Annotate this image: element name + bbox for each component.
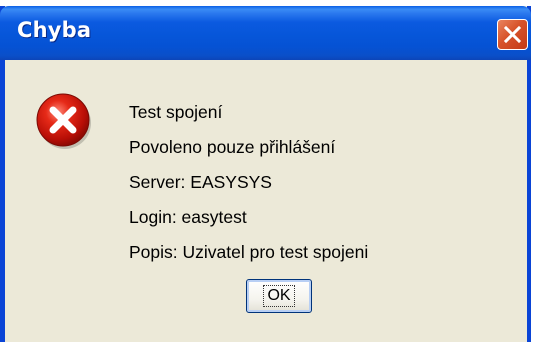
ok-button[interactable]: OK [246, 279, 312, 313]
message-line: Server: EASYSYS [129, 172, 272, 192]
title-bar[interactable]: Chyba [0, 6, 531, 60]
error-icon [36, 93, 91, 149]
message-line: Login: easytest [129, 207, 247, 227]
window-title: Chyba [17, 18, 92, 42]
dialog-content: Test spojení Povoleno pouze přihlášení S… [5, 60, 527, 342]
error-message: Test spojení Povoleno pouze přihlášení S… [129, 95, 368, 270]
message-line: Povoleno pouze přihlášení [129, 137, 336, 157]
error-dialog-window: Chyba Test spojení Povoleno pouze přihlá… [0, 6, 531, 342]
close-icon [503, 25, 522, 44]
message-line: Test spojení [129, 102, 223, 122]
ok-button-label: OK [263, 285, 295, 307]
message-line: Popis: Uzivatel pro test spojeni [129, 242, 369, 262]
close-button[interactable] [497, 19, 528, 50]
